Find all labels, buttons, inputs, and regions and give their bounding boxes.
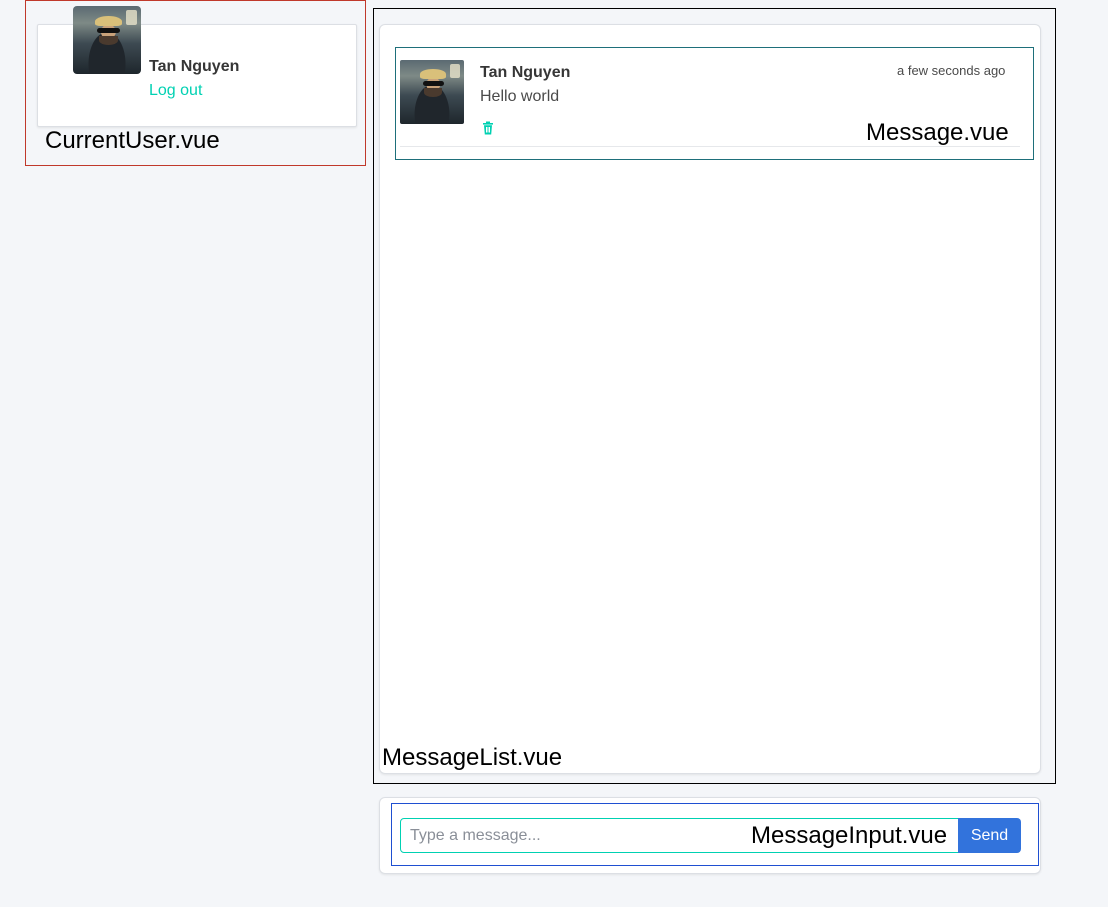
message-component-label: Message.vue bbox=[866, 119, 1009, 146]
current-user-avatar bbox=[73, 6, 141, 74]
message-author-avatar bbox=[400, 60, 464, 124]
message-timestamp: a few seconds ago bbox=[897, 63, 1006, 78]
logout-link[interactable]: Log out bbox=[149, 82, 202, 100]
current-user-name: Tan Nguyen bbox=[149, 58, 240, 75]
trash-icon[interactable] bbox=[482, 121, 494, 135]
message-input-field[interactable] bbox=[400, 818, 959, 853]
current-user-component-label: CurrentUser.vue bbox=[45, 127, 220, 154]
message-text: Hello world bbox=[480, 88, 560, 105]
message-author-name: Tan Nguyen bbox=[480, 64, 571, 81]
send-button[interactable]: Send bbox=[958, 818, 1021, 853]
message-list-component-label: MessageList.vue bbox=[382, 744, 563, 771]
